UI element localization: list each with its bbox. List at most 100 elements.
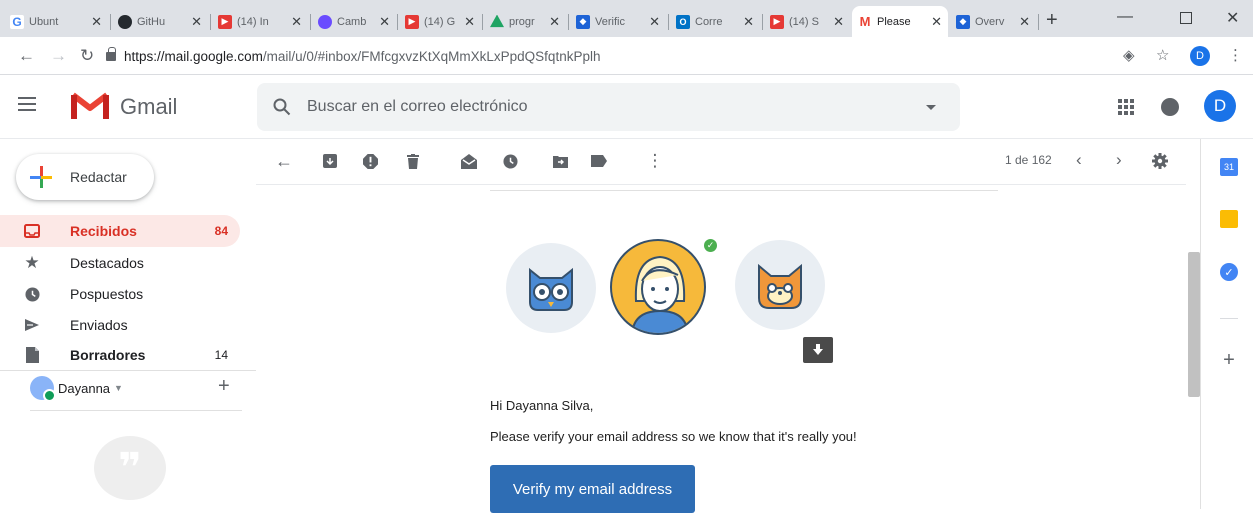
close-tab-icon[interactable]: ✕ — [931, 14, 942, 30]
close-tab-icon[interactable]: ✕ — [464, 14, 475, 30]
reload-icon[interactable]: ↻ — [80, 46, 94, 66]
browser-tab[interactable]: GitHu ✕ — [112, 6, 208, 37]
extension-icon[interactable]: ◈ — [1123, 46, 1135, 64]
back-to-inbox-icon[interactable]: ← — [274, 151, 294, 171]
tab-title: Corre — [695, 15, 723, 28]
github-icon — [118, 14, 132, 29]
calendar-icon[interactable]: 31 — [1220, 158, 1238, 176]
move-to-icon[interactable] — [550, 151, 570, 171]
verify-email-button[interactable]: Verify my email address — [490, 465, 695, 513]
notifications-icon[interactable] — [1161, 98, 1179, 116]
tab-title: progr — [509, 15, 535, 28]
tab-divider — [1038, 14, 1039, 30]
browser-tab[interactable]: O Corre ✕ — [670, 6, 760, 37]
gmail-logo-icon[interactable] — [70, 91, 110, 121]
browser-tab[interactable]: ▶ (14) S ✕ — [764, 6, 850, 37]
sidebar-item-label: Destacados — [70, 255, 144, 271]
bookmark-star-icon[interactable]: ☆ — [1156, 46, 1169, 64]
newer-chevron-icon[interactable]: ‹ — [1076, 150, 1082, 170]
tab-divider — [310, 14, 311, 30]
download-images-button[interactable] — [803, 337, 833, 363]
browser-menu-icon[interactable]: ⋮ — [1228, 46, 1243, 64]
outlook-icon: O — [676, 14, 690, 29]
lock-icon — [106, 46, 116, 61]
browser-tab[interactable]: progr ✕ — [484, 6, 566, 37]
inbox-icon — [22, 224, 42, 238]
snooze-clock-icon[interactable] — [500, 151, 520, 171]
apps-grid-icon[interactable] — [1118, 99, 1134, 115]
new-conversation-plus-icon[interactable]: + — [218, 375, 230, 398]
close-tab-icon[interactable]: ✕ — [833, 14, 844, 30]
tab-title: (14) In — [237, 15, 269, 28]
tab-divider — [482, 14, 483, 30]
settings-gear-icon[interactable] — [1150, 151, 1170, 171]
tasks-icon[interactable]: ✓ — [1220, 263, 1238, 281]
close-tab-icon[interactable]: ✕ — [379, 14, 390, 30]
account-avatar[interactable]: D — [1204, 90, 1236, 122]
url-host: https://mail.google.com — [124, 48, 263, 64]
cat-icon — [758, 263, 802, 309]
gmail-icon: M — [859, 14, 871, 29]
browser-tab-active[interactable]: M Please ✕ — [852, 6, 948, 37]
minimize-icon[interactable]: — — [1117, 8, 1133, 26]
search-options-icon[interactable] — [926, 104, 936, 110]
close-tab-icon[interactable]: ✕ — [743, 14, 754, 30]
get-addons-plus-icon[interactable]: + — [1220, 350, 1238, 370]
sidebar-item-label: Pospuestos — [70, 286, 144, 302]
google-icon: G — [10, 14, 24, 29]
older-chevron-icon[interactable]: › — [1116, 150, 1122, 170]
send-icon — [22, 318, 42, 332]
email-body-text: Please verify your email address so we k… — [490, 429, 857, 444]
search-icon[interactable] — [273, 98, 291, 116]
star-icon: ★ — [24, 253, 40, 272]
browser-tab[interactable]: ◆ Verific ✕ — [570, 6, 666, 37]
chevron-down-icon[interactable]: ▼ — [114, 383, 123, 393]
label-icon[interactable] — [589, 151, 609, 171]
browser-tab[interactable]: ◆ Overv ✕ — [950, 6, 1036, 37]
mark-unread-icon[interactable] — [459, 151, 479, 171]
search-bar[interactable]: Buscar en el correo electrónico — [257, 83, 960, 131]
report-spam-icon[interactable] — [360, 151, 380, 171]
close-tab-icon[interactable]: ✕ — [549, 14, 560, 30]
sidebar-item-snoozed[interactable]: Pospuestos — [0, 278, 240, 310]
clock-icon — [22, 286, 42, 302]
drive-icon — [490, 14, 504, 28]
browser-tab[interactable]: ▶ (14) In ✕ — [212, 6, 308, 37]
close-tab-icon[interactable]: ✕ — [291, 14, 302, 30]
close-tab-icon[interactable]: ✕ — [649, 14, 660, 30]
browser-tab[interactable]: G Ubunt ✕ — [4, 6, 108, 37]
close-tab-icon[interactable]: ✕ — [91, 14, 102, 30]
hangouts-avatar — [30, 376, 56, 402]
new-tab-icon[interactable]: + — [1046, 9, 1058, 32]
forward-arrow-icon[interactable]: → — [50, 46, 67, 66]
delete-icon[interactable] — [403, 151, 423, 171]
main-menu-icon[interactable] — [18, 97, 36, 111]
close-tab-icon[interactable]: ✕ — [191, 14, 202, 30]
browser-profile-avatar[interactable]: D — [1190, 46, 1210, 66]
close-tab-icon[interactable]: ✕ — [1019, 14, 1030, 30]
address-bar: ← → ↻ https://mail.google.com/mail/u/0/#… — [0, 37, 1253, 75]
sidebar-item-sent[interactable]: Enviados — [0, 309, 240, 341]
tab-divider — [668, 14, 669, 30]
back-arrow-icon[interactable]: ← — [18, 46, 35, 66]
draft-count: 14 — [214, 348, 228, 362]
sidebar-item-drafts[interactable]: Borradores 14 — [0, 339, 240, 371]
tab-divider — [568, 14, 569, 30]
search-input[interactable]: Buscar en el correo electrónico — [307, 98, 926, 116]
url-field[interactable]: https://mail.google.com/mail/u/0/#inbox/… — [106, 43, 1106, 69]
sidebar-item-starred[interactable]: ★ Destacados — [0, 247, 240, 279]
keep-icon[interactable] — [1220, 210, 1238, 228]
hangouts-user[interactable]: Dayanna ▼ — [30, 373, 123, 403]
browser-tab[interactable]: ▶ (14) G ✕ — [399, 6, 481, 37]
archive-icon[interactable] — [320, 151, 340, 171]
browser-tab[interactable]: Camb ✕ — [312, 6, 396, 37]
sidebar-item-inbox[interactable]: Recibidos 84 — [0, 215, 240, 247]
more-options-icon[interactable]: ⋮ — [645, 151, 665, 171]
restore-icon[interactable] — [1180, 12, 1192, 24]
window-close-icon[interactable]: ✕ — [1226, 8, 1239, 28]
youtube-icon: ▶ — [770, 14, 784, 29]
message-scrollbar[interactable] — [1188, 252, 1200, 397]
compose-button[interactable]: Redactar — [16, 154, 154, 200]
side-panel-divider — [1200, 139, 1201, 509]
jira-icon: ◆ — [956, 14, 970, 29]
